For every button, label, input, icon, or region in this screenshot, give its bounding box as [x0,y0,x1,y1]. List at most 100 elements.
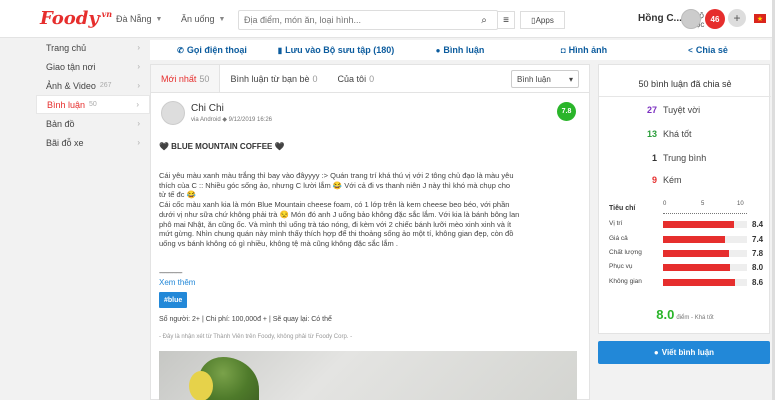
call-button[interactable]: ✆ Gọi điện thoại [150,45,274,55]
search-box: ⚌Bộ lọc [238,10,704,30]
bucket-label: Kém [663,175,682,185]
criteria-value: 8.0 [752,263,764,272]
bucket-count: 27 [646,105,657,115]
photos-button[interactable]: ◘ Hình ảnh [522,45,646,55]
review-stats: Số người: 2+ | Chi phí: 100,000đ + | Sẽ … [159,316,332,323]
see-more-link[interactable]: Xem thêm [159,278,195,287]
sidebar-item-photos[interactable]: Ảnh & Video 267 › [36,76,150,95]
write-review-button[interactable]: ● Viết bình luận [598,341,770,364]
sidebar-item-map[interactable]: Bản đồ › [36,114,150,133]
criteria-bar-fill [663,250,729,257]
bucket-count: 1 [651,153,657,163]
summary-divider [599,96,771,97]
tab-mine[interactable]: Của tôi 0 [328,65,385,92]
rating-bucket-excellent[interactable]: 27 Tuyệt vời [599,105,771,115]
foody-logo[interactable]: Foody.vn [40,8,112,29]
criteria-bar-track [663,264,747,271]
tab-newest[interactable]: Mới nhất 50 [151,65,221,92]
criteria-row-space: Không gian 8.6 [609,278,769,288]
chevron-right-icon: › [136,100,139,109]
sidebar-item-parking[interactable]: Bãi đỗ xe › [36,133,150,152]
criteria-bar-track [663,279,747,286]
apps-label: Apps [535,15,554,25]
bucket-label: Tuyệt vời [663,105,701,115]
logo-suffix: .vn [98,9,113,19]
criteria-row-service: Phục vụ 8.0 [609,263,769,273]
review-line: thích của C :: Nhiều góc sống ảo, nhưng … [159,180,511,190]
criteria-value: 7.4 [752,235,764,244]
comment-icon: ● [653,348,659,357]
review-photo[interactable] [159,351,577,400]
chevron-down-icon: ▼ [218,15,226,23]
save-collection-button[interactable]: ▮ Lưu vào Bộ sưu tập (180) [274,45,398,55]
action-label: Chia sẻ [695,45,728,55]
summary-title: 50 bình luận đã chia sẻ [638,79,732,89]
bucket-count: 13 [646,129,657,139]
scale-tick-label: 5 [701,201,705,207]
sidebar-item-label: Bản đồ [46,118,75,129]
user-avatar[interactable] [681,9,701,29]
review-item: Chi Chi via Android ◆ 9/12/2019 16:26 [151,93,589,125]
city-dropdown[interactable]: Đà Nẵng ▼ [116,11,162,27]
share-button[interactable]: < Chia sẻ [646,45,770,55]
criteria-label: Không gian [609,278,642,285]
action-label: Gọi điện thoại [186,45,247,55]
city-label: Đà Nẵng [116,14,152,24]
camera-icon: ◘ [560,45,566,55]
apps-button[interactable]: ▯ Apps [520,11,565,29]
criteria-value: 7.8 [752,249,764,258]
sidebar-item-label: Bình luận [47,99,86,110]
top-navbar: Foody.vn Đà Nẵng▼ Ăn uống▼ ⚌Bộ lọc ⌕ ≡ ▯… [0,0,775,38]
menu-button[interactable]: ≡ [497,11,515,29]
category-dropdown[interactable]: Ăn uống ▼ [181,11,225,27]
rating-summary-panel: 50 bình luận đã chia sẻ 27 Tuyệt vời 13 Kh… [598,64,771,334]
rating-bucket-good[interactable]: 13 Khá tốt [599,129,771,139]
bucket-label: Khá tốt [663,129,692,139]
search-input[interactable] [239,11,439,29]
criteria-row-price: Giá cả 7.4 [609,235,769,245]
sidebar-item-label: Giao tận nơi [46,61,96,72]
notification-badge[interactable]: 46 [705,9,725,29]
sidebar-item-delivery[interactable]: Giao tận nơi › [36,57,150,76]
hashtag-badge[interactable]: #blue [159,292,188,308]
criteria-value: 8.4 [752,220,764,229]
overall-score-value: 8.0 [656,307,675,322]
tab-friends[interactable]: Bình luận từ bạn bè 0 [220,65,327,92]
scale-tick-label: 0 [663,201,667,207]
user-name[interactable]: Hồng C... [638,13,682,24]
vietnam-flag-icon[interactable]: ★ [754,14,766,23]
sidebar-item-label: Bãi đỗ xe [46,137,84,148]
search-icon: ⌕ [481,14,487,26]
chevron-right-icon: › [137,43,140,52]
action-bar: ✆ Gọi điện thoại ▮ Lưu vào Bộ sưu tập (180… [150,40,770,60]
scale-tick-label: 10 [737,201,744,207]
overall-score-label: điểm - Khá tốt [676,315,714,321]
review-divider: ----------------- [159,270,183,277]
sidebar-item-home[interactable]: Trang chủ › [36,38,150,57]
review-disclaimer: - Đây là nhận xét từ Thành Viên trên Foo… [159,334,353,340]
reviewer-name[interactable]: Chi Chi [191,103,224,114]
sidebar-item-count: 50 [89,101,97,108]
review-line: Cái yêu màu xanh màu trắng thì bay vào đ… [159,171,514,180]
criteria-bar-fill [663,264,731,271]
scale-ticks [663,210,747,214]
chevron-right-icon: › [137,81,140,90]
comment-icon: ● [435,45,441,55]
criteria-heading: Tiêu chí [609,205,636,212]
comment-button[interactable]: ● Bình luận [398,45,522,55]
criteria-bar-track [663,221,747,228]
sort-select[interactable]: Bình luận ▾ [511,70,579,88]
review-score-badge: 7.8 [557,102,576,121]
add-button[interactable]: + [728,9,746,27]
chevron-right-icon: › [137,119,140,128]
action-label: Lưu vào Bộ sưu tập (180) [285,45,395,55]
tab-label: Của tôi [337,73,367,84]
rating-bucket-average[interactable]: 1 Trung bình [599,153,771,163]
reviewer-avatar[interactable] [161,101,185,125]
sidebar-item-reviews[interactable]: Bình luận 50 › [36,95,150,114]
search-button[interactable]: ⌕ [474,10,494,30]
criteria-bar-track [663,236,747,243]
rating-bucket-poor[interactable]: 9 Kém [599,175,771,185]
chevron-down-icon: ▾ [568,74,573,84]
review-line: tử tế đc 😂 [159,190,196,200]
